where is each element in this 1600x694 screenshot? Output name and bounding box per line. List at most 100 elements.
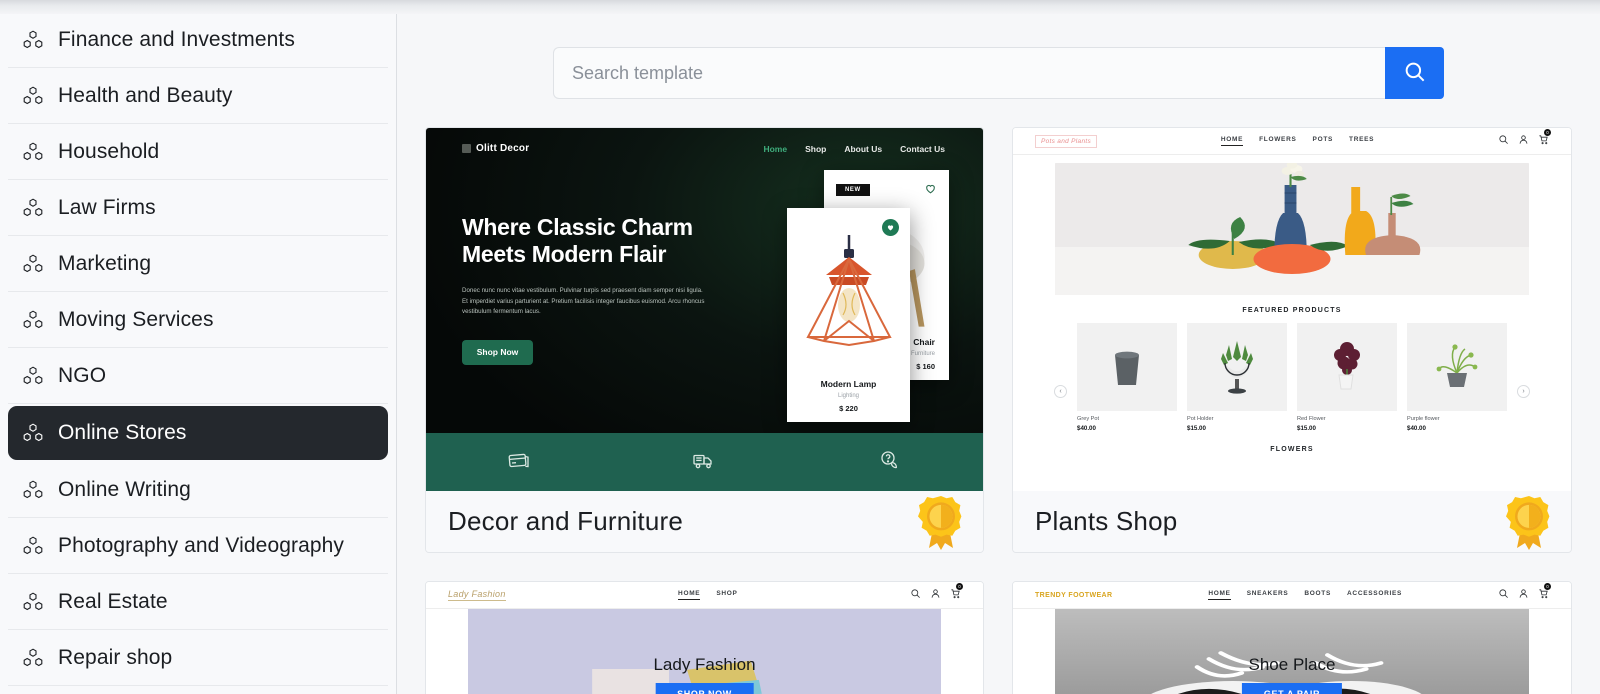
sidebar-item-label: Household (58, 139, 160, 163)
preview-feature-strip (426, 433, 983, 491)
preview-logo: Lady Fashion (448, 589, 506, 601)
template-grid: Olitt Decor Home Shop About Us Contact U… (425, 127, 1572, 694)
preview-menu-item-trees: TREES (1349, 136, 1375, 143)
preview-overlay-title: Lady Fashion (653, 655, 756, 674)
shopping-cart-icon: 0 (1538, 583, 1551, 604)
sidebar-item-label: Marketing (58, 251, 152, 275)
boxes-icon (18, 25, 48, 55)
template-card-footer: Plants Shop (1013, 491, 1571, 552)
template-card-shoe-place[interactable]: TRENDY FOOTWEAR HOME SNEAKERS BOOTS ACCE… (1012, 581, 1572, 694)
template-card-footer: Decor and Furniture (426, 491, 983, 552)
sidebar-item-photography-and-videography[interactable]: Photography and Videography (8, 518, 388, 574)
preview-overlay-cta: SHOP NOW (655, 683, 754, 694)
preview-menu: HOME SNEAKERS BOOTS ACCESSORIES (1208, 590, 1402, 600)
preview-hero-image (1055, 163, 1529, 295)
preview-menu-item-about-us: About Us (844, 143, 883, 154)
sidebar-item-label: NGO (58, 363, 107, 387)
sidebar-item-online-stores[interactable]: Online Stores (8, 406, 388, 460)
featured-product-item: Pot Holder $15.00 (1187, 323, 1287, 432)
preview-menu: HOME FLOWERS POTS TREES (1220, 136, 1375, 146)
sidebar-item-repair-shop[interactable]: Repair shop (8, 630, 388, 686)
featured-product-item: Grey Pot $40.00 (1077, 323, 1177, 432)
template-preview-decor[interactable]: Olitt Decor Home Shop About Us Contact U… (426, 128, 983, 491)
featured-products-carousel: ‹ Grey Pot $40.00 Pot Holder $15.00 Red … (1013, 323, 1571, 432)
user-account-icon (930, 586, 941, 604)
search-icon (1498, 586, 1509, 604)
preview-nav-icons: 0 (1498, 583, 1551, 604)
search-bar (553, 47, 1444, 99)
flowers-section-heading: FLOWERS (1270, 446, 1314, 453)
sidebar-item-label: Online Writing (58, 477, 191, 501)
preview-menu-item-contact-us: Contact Us (900, 143, 945, 154)
sidebar-item-label: Repair shop (58, 645, 173, 669)
new-badge: NEW (836, 184, 870, 196)
product-name: Modern Lamp (820, 379, 877, 389)
featured-product-item: Purple flower $40.00 (1407, 323, 1507, 432)
delivery-truck-icon (692, 448, 716, 477)
cart-count-badge: 0 (1543, 583, 1551, 590)
sidebar-item-label: Health and Beauty (58, 83, 233, 107)
search-icon (1402, 59, 1428, 88)
preview-navbar: Lady Fashion HOME SHOP 0 (426, 582, 983, 609)
boxes-icon (18, 193, 48, 223)
product-name: Purple flower (1407, 416, 1440, 422)
sidebar-item-ngo[interactable]: NGO (8, 348, 388, 404)
product-name: Pot Holder (1187, 416, 1214, 422)
product-price: $15.00 (1297, 425, 1316, 432)
preview-menu: Home Shop About Us Contact Us (763, 144, 945, 154)
preview-heading-line1: Where Classic Charm (462, 214, 693, 240)
boxes-icon (18, 305, 48, 335)
boxes-icon (18, 137, 48, 167)
template-preview-plants[interactable]: Pots and Plants HOME FLOWERS POTS TREES (1013, 128, 1571, 491)
template-title: Plants Shop (1035, 506, 1178, 536)
featured-products-heading: FEATURED PRODUCTS (1242, 307, 1342, 314)
preview-hero-image: Shoe Place GET A PAIR (1055, 609, 1529, 694)
search-input[interactable] (553, 47, 1385, 99)
sidebar-item-household[interactable]: Household (8, 124, 388, 180)
preview-logo: TRENDY FOOTWEAR (1035, 591, 1113, 599)
boxes-icon (18, 418, 48, 448)
preview-menu-item-home: Home (763, 143, 788, 154)
boxes-icon (18, 81, 48, 111)
template-gallery-page: Finance and Investments Health and Beaut… (0, 0, 1600, 694)
preview-navbar: TRENDY FOOTWEAR HOME SNEAKERS BOOTS ACCE… (1013, 582, 1571, 609)
product-thumbnail (1407, 323, 1507, 411)
preview-logo: Pots and Plants (1035, 134, 1098, 148)
chevron-right-icon[interactable]: › (1517, 385, 1530, 398)
category-sidebar[interactable]: Finance and Investments Health and Beaut… (0, 0, 397, 694)
sidebar-item-finance-and-investments[interactable]: Finance and Investments (8, 12, 388, 68)
featured-product-item: Red Flower $15.00 (1297, 323, 1397, 432)
boxes-icon (18, 475, 48, 505)
sidebar-item-marketing[interactable]: Marketing (8, 236, 388, 292)
sidebar-item-moving-services[interactable]: Moving Services (8, 292, 388, 348)
sidebar-item-label: Law Firms (58, 195, 156, 219)
award-medal-icon (1506, 496, 1550, 550)
preview-menu-item-home: HOME (678, 590, 701, 600)
preview-menu-item-shop: Shop (805, 143, 827, 154)
preview-navbar: Pots and Plants HOME FLOWERS POTS TREES (1013, 128, 1571, 155)
chevron-left-icon[interactable]: ‹ (1054, 385, 1067, 398)
preview-product-card-modern-lamp: Modern Lamp Lighting $ 220 (787, 208, 910, 422)
preview-product-meta-lamp: Modern Lamp Lighting $ 220 (787, 379, 910, 413)
preview-menu-item-boots: BOOTS (1304, 590, 1332, 597)
template-card-decor-and-furniture[interactable]: Olitt Decor Home Shop About Us Contact U… (425, 127, 984, 553)
preview-menu-item-accessories: ACCESSORIES (1347, 590, 1403, 597)
boxes-icon (18, 361, 48, 391)
cart-count-badge: 0 (956, 583, 963, 590)
sidebar-item-health-and-beauty[interactable]: Health and Beauty (8, 68, 388, 124)
preview-logo: Olitt Decor (462, 143, 529, 154)
template-preview-shoe-place[interactable]: TRENDY FOOTWEAR HOME SNEAKERS BOOTS ACCE… (1013, 582, 1571, 694)
cart-count-badge: 0 (1543, 129, 1551, 136)
preview-nav-icons: 0 (910, 583, 963, 604)
template-card-plants-shop[interactable]: Pots and Plants HOME FLOWERS POTS TREES (1012, 127, 1572, 553)
sidebar-item-law-firms[interactable]: Law Firms (8, 180, 388, 236)
template-preview-lady-fashion[interactable]: Lady Fashion HOME SHOP 0 Lady Fashion SH… (426, 582, 983, 694)
template-card-lady-fashion[interactable]: Lady Fashion HOME SHOP 0 Lady Fashion SH… (425, 581, 984, 694)
sidebar-item-real-estate[interactable]: Real Estate (8, 574, 388, 630)
boxes-icon (18, 531, 48, 561)
sidebar-item-online-writing[interactable]: Online Writing (8, 462, 388, 518)
search-button[interactable] (1385, 47, 1444, 99)
preview-overlay-title: Shoe Place (1248, 655, 1336, 674)
boxes-icon (18, 249, 48, 279)
boxes-icon (18, 587, 48, 617)
